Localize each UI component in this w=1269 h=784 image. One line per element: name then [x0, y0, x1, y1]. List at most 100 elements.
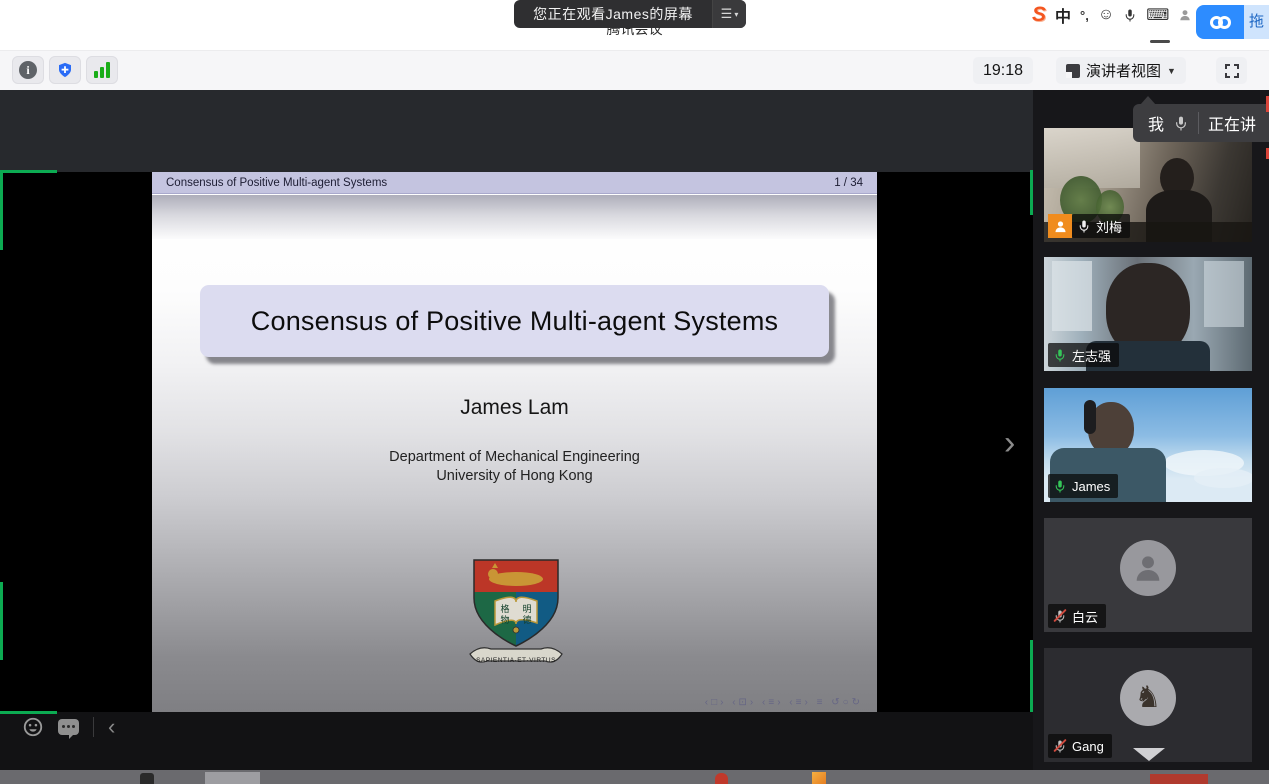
view-mode-label: 演讲者视图 [1086, 60, 1161, 81]
affiliation-line2: University of Hong Kong [152, 467, 877, 486]
info-icon: i [19, 61, 37, 79]
participant-name: James [1072, 479, 1110, 494]
person-icon [1053, 219, 1068, 234]
chat-button[interactable] [58, 719, 79, 735]
slide-header-bar: Consensus of Positive Multi-agent System… [152, 172, 877, 194]
speaking-status-text: 正在讲 [1208, 111, 1256, 135]
ime-language-toggle[interactable]: 中 [1055, 3, 1071, 27]
participant-tile-gang[interactable]: ♞ Gang [1044, 648, 1252, 762]
windows-taskbar[interactable] [0, 770, 1269, 784]
reaction-bar: ‹ [22, 714, 115, 740]
presentation-slide: Consensus of Positive Multi-agent System… [152, 172, 877, 712]
share-border-segment [1030, 170, 1033, 215]
meeting-security-button[interactable] [49, 56, 81, 84]
scroll-participants-down-arrow[interactable] [1133, 748, 1165, 761]
hku-crest: 格 物 明 德 SAPIENTIA·ET·VIRTUS [464, 554, 568, 682]
taskbar-icon[interactable] [715, 773, 728, 784]
network-quality-button[interactable] [86, 56, 118, 84]
divider [93, 717, 94, 737]
caret-down-icon: ▼ [1167, 66, 1176, 76]
me-label: 我 [1148, 111, 1164, 135]
slide-header-title: Consensus of Positive Multi-agent System… [166, 177, 834, 189]
banner-menu-button[interactable]: ☰▾ [712, 0, 746, 28]
account-card-icon[interactable] [1178, 8, 1192, 22]
voice-input-icon[interactable] [1123, 8, 1137, 22]
meeting-info-button[interactable]: i [12, 56, 44, 84]
divider [1198, 112, 1199, 134]
participant-name: 刘梅 [1096, 217, 1122, 236]
horse-statue-icon: ♞ [1135, 683, 1162, 713]
mic-speaking-icon [1053, 479, 1067, 493]
ime-punctuation-icon[interactable]: °, [1080, 8, 1089, 23]
participant-name-pill: Gang [1048, 734, 1112, 758]
crest-motto: SAPIENTIA·ET·VIRTUS [476, 657, 556, 664]
dock-drag-label[interactable]: 拖 [1244, 5, 1269, 39]
sogou-ime-icon[interactable]: S [1032, 4, 1046, 26]
emoji-panel-icon[interactable]: ☺ [1098, 6, 1114, 24]
meeting-timer: 19:18 [973, 57, 1033, 84]
slide-affiliation: Department of Mechanical Engineering Uni… [152, 448, 877, 486]
slide-title: Consensus of Positive Multi-agent System… [251, 306, 778, 337]
tencent-meeting-logo-icon [1210, 16, 1231, 29]
screen: 腾讯会议 您正在观看James的屏幕 ☰▾ S 中 °, ☺ ⌨ 拖 i 19:… [0, 0, 1269, 784]
soft-keyboard-icon[interactable]: ⌨ [1146, 5, 1169, 25]
participant-tile-james[interactable]: James [1044, 388, 1252, 502]
taskbar-icon[interactable] [205, 772, 260, 784]
share-border-segment [0, 170, 57, 173]
slide-page-indicator: 1 / 34 [834, 177, 863, 189]
screen-watch-banner: 您正在观看James的屏幕 ☰▾ [514, 0, 746, 28]
participants-sidebar: 刘梅 左志强 [1033, 90, 1269, 770]
share-border-segment [0, 582, 3, 660]
taskbar-icon[interactable] [1150, 774, 1208, 784]
meeting-dock-button[interactable] [1196, 5, 1244, 39]
participant-name-pill: 白云 [1048, 604, 1106, 628]
emoji-reaction-button[interactable] [22, 716, 44, 738]
participant-tile-baiyun[interactable]: 白云 [1044, 518, 1252, 632]
slide-author: James Lam [152, 396, 877, 420]
participant-name: Gang [1072, 739, 1104, 754]
panel-expand-chevron[interactable]: › [1004, 426, 1015, 460]
share-border-segment [0, 170, 3, 250]
taskbar-icon[interactable] [812, 772, 826, 784]
signal-bars-icon [94, 62, 110, 78]
mic-muted-icon [1053, 739, 1067, 753]
stage-top-area [0, 90, 1033, 172]
speaker-view-icon [1066, 64, 1080, 78]
caret-down-icon: ▾ [734, 10, 738, 19]
participant-name: 左志强 [1072, 346, 1111, 365]
crest-char: 格 [500, 603, 509, 614]
avatar [1120, 540, 1176, 596]
shield-plus-icon [56, 61, 74, 79]
stage-bottom-area [0, 712, 1033, 770]
mic-speaking-icon [1053, 348, 1067, 362]
fullscreen-icon [1225, 64, 1239, 78]
crest-char: 物 [500, 614, 509, 625]
share-border-segment [0, 711, 57, 714]
person-placeholder-icon [1131, 551, 1165, 585]
participant-tile-liumei[interactable]: 刘梅 [1044, 128, 1252, 242]
mic-muted-icon [1053, 609, 1067, 623]
screen-watch-banner-text: 您正在观看James的屏幕 [514, 4, 712, 24]
taskbar-icon[interactable] [140, 773, 154, 784]
crest-char: 德 [522, 614, 531, 625]
participant-name-pill: 左志强 [1048, 343, 1119, 367]
beamer-nav-symbols: ‹□› ‹⊡› ‹≡› ‹≡› ≡ ↺○↻ [705, 697, 863, 708]
affiliation-line1: Department of Mechanical Engineering [152, 448, 877, 467]
participant-name-pill: James [1048, 474, 1118, 498]
avatar: ♞ [1120, 670, 1176, 726]
host-badge [1048, 214, 1072, 238]
mic-on-icon [1077, 219, 1091, 233]
collapse-left-chevron[interactable]: ‹ [108, 716, 115, 738]
slide-title-box: Consensus of Positive Multi-agent System… [200, 285, 829, 357]
share-border-segment [1030, 640, 1033, 712]
minimize-button[interactable] [1150, 40, 1170, 43]
view-mode-dropdown[interactable]: 演讲者视图 ▼ [1056, 57, 1186, 84]
fullscreen-button[interactable] [1216, 57, 1247, 84]
speaking-status-tooltip: 我 正在讲 [1133, 104, 1269, 142]
participant-tile-zuozhiqiang[interactable]: 左志强 [1044, 257, 1252, 371]
slide-header-shade [152, 195, 877, 239]
crest-char: 明 [522, 604, 531, 614]
my-mic-icon[interactable] [1173, 115, 1189, 131]
participant-name: 白云 [1072, 607, 1098, 626]
participant-name-pill: 刘梅 [1072, 214, 1130, 238]
